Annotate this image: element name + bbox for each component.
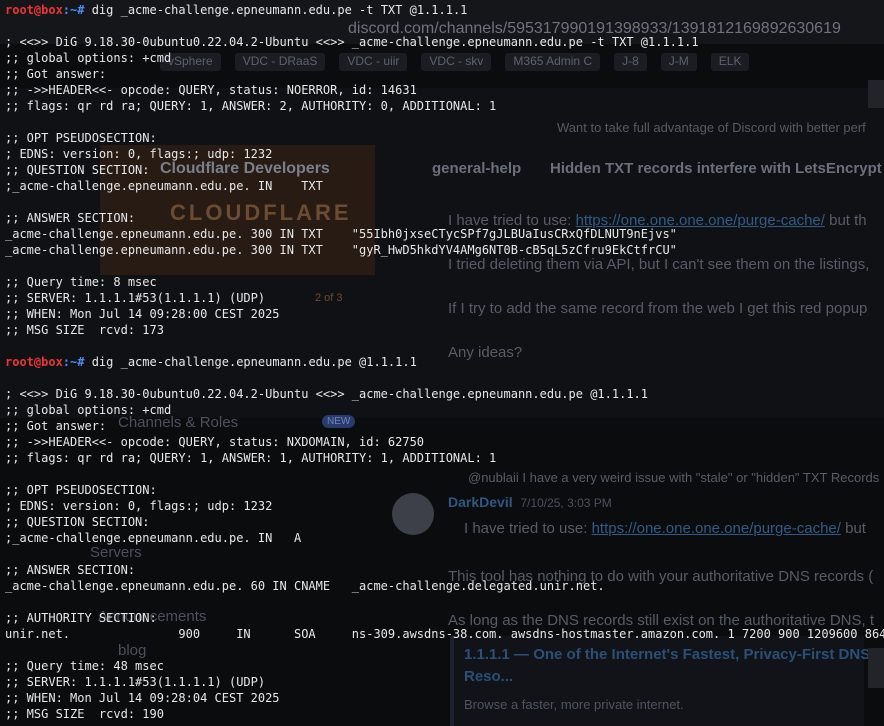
command-text: dig _acme-challenge.epneumann.edu.pe -t … bbox=[84, 3, 468, 17]
terminal-output-line: ; EDNS: version: 0, flags:; udp: 1232 bbox=[5, 147, 273, 161]
terminal-output[interactable]: root@box:~# dig _acme-challenge.epneuman… bbox=[5, 2, 884, 722]
terminal-output-line: ;; Got answer: bbox=[5, 419, 107, 433]
terminal-output-line: ;; SERVER: 1.1.1.1#53(1.1.1.1) (UDP) bbox=[5, 675, 266, 689]
terminal-output-line: ;; MSG SIZE rcvd: 190 bbox=[5, 707, 164, 721]
terminal-output-line: ; <<>> DiG 9.18.30-0ubuntu0.22.04.2-Ubun… bbox=[5, 35, 699, 49]
terminal-output-line bbox=[5, 194, 884, 210]
prompt-user: root@box bbox=[5, 355, 63, 369]
terminal-output-line: ; EDNS: version: 0, flags:; udp: 1232 bbox=[5, 499, 273, 513]
terminal-output-line: ;; flags: qr rd ra; QUERY: 1, ANSWER: 2,… bbox=[5, 99, 497, 113]
terminal-output-line bbox=[5, 18, 884, 34]
terminal-output-line bbox=[5, 114, 884, 130]
terminal-output-line: ;; Query time: 8 msec bbox=[5, 275, 157, 289]
terminal-prompt-line: root@box:~# dig _acme-challenge.epneuman… bbox=[5, 2, 884, 18]
terminal-output-line: ;; ->>HEADER<<- opcode: QUERY, status: N… bbox=[5, 83, 417, 97]
terminal-output-line: ; <<>> DiG 9.18.30-0ubuntu0.22.04.2-Ubun… bbox=[5, 387, 648, 401]
terminal-output-line bbox=[5, 466, 884, 482]
terminal-output-line: ;; Got answer: bbox=[5, 67, 107, 81]
terminal-output-line: ;; SERVER: 1.1.1.1#53(1.1.1.1) (UDP) bbox=[5, 291, 266, 305]
terminal-output-line: ;; OPT PSEUDOSECTION: bbox=[5, 483, 157, 497]
prompt-user: root@box bbox=[5, 3, 63, 17]
command-text: dig _acme-challenge.epneumann.edu.pe @1.… bbox=[84, 355, 417, 369]
terminal-output-line: ;; global options: +cmd bbox=[5, 403, 172, 417]
terminal-output-line bbox=[5, 546, 884, 562]
prompt-path: :~# bbox=[62, 3, 85, 17]
terminal-output-line: ;; ANSWER SECTION: bbox=[5, 563, 136, 577]
terminal-output-line bbox=[5, 338, 884, 354]
terminal-output-line: ;; ANSWER SECTION: bbox=[5, 211, 136, 225]
terminal-output-line: ;; flags: qr rd ra; QUERY: 1, ANSWER: 1,… bbox=[5, 451, 497, 465]
terminal-output-line: ;; Query time: 48 msec bbox=[5, 659, 164, 673]
terminal-output-line: unir.net. 900 IN SOA ns-309.awsdns-38.co… bbox=[5, 627, 884, 641]
terminal-output-line: ;; WHEN: Mon Jul 14 09:28:04 CEST 2025 bbox=[5, 691, 280, 705]
prompt-path: :~# bbox=[62, 355, 85, 369]
terminal-output-line: ;; QUESTION SECTION: bbox=[5, 163, 150, 177]
terminal-output-line: _acme-challenge.epneumann.edu.pe. 300 IN… bbox=[5, 243, 677, 257]
terminal-output-line: ;; global options: +cmd bbox=[5, 51, 172, 65]
terminal-output-line bbox=[5, 594, 884, 610]
terminal-output-line: ;; WHEN: Mon Jul 14 09:28:00 CEST 2025 bbox=[5, 307, 280, 321]
terminal-output-line: _acme-challenge.epneumann.edu.pe. 300 IN… bbox=[5, 227, 677, 241]
terminal-output-line: ;; MSG SIZE rcvd: 173 bbox=[5, 323, 164, 337]
terminal-output-line bbox=[5, 370, 884, 386]
terminal-output-line: ;_acme-challenge.epneumann.edu.pe. IN A bbox=[5, 531, 302, 545]
terminal-output-line: ;; AUTHORITY SECTION: bbox=[5, 611, 157, 625]
terminal-prompt-line: root@box:~# dig _acme-challenge.epneuman… bbox=[5, 354, 884, 370]
terminal-output-line bbox=[5, 642, 884, 658]
terminal-output-line: _acme-challenge.epneumann.edu.pe. 60 IN … bbox=[5, 579, 605, 593]
terminal-output-line: ;; ->>HEADER<<- opcode: QUERY, status: N… bbox=[5, 435, 425, 449]
terminal-output-line: ;; OPT PSEUDOSECTION: bbox=[5, 131, 157, 145]
terminal-output-line: ;; QUESTION SECTION: bbox=[5, 515, 150, 529]
terminal-output-line bbox=[5, 258, 884, 274]
terminal-output-line: ;_acme-challenge.epneumann.edu.pe. IN TX… bbox=[5, 179, 323, 193]
